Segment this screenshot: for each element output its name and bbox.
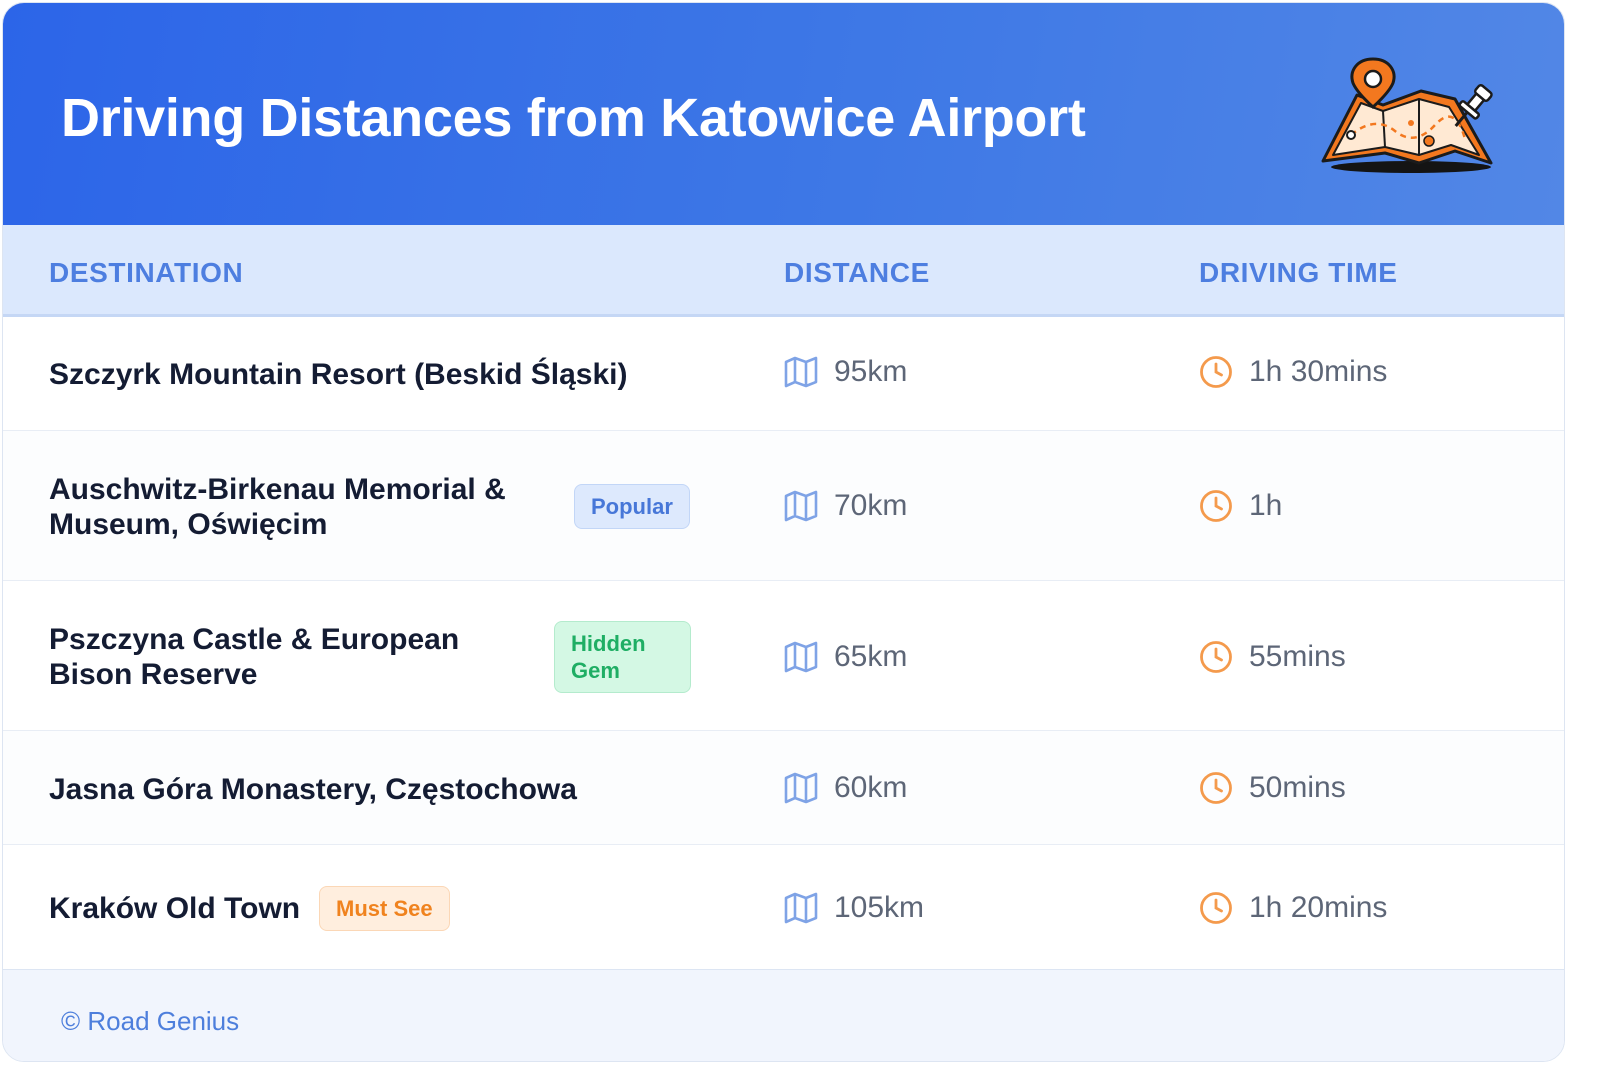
table-row: Kraków Old Town Must See 105km 1h 20mins (3, 845, 1564, 969)
map-icon (784, 490, 818, 522)
destination-name: Auschwitz-Birkenau Memorial & Museum, Oś… (49, 473, 506, 541)
table-header: DESTINATION DISTANCE DRIVING TIME (3, 225, 1564, 317)
footer-credit: © Road Genius (61, 1006, 240, 1036)
footer: © Road Genius (3, 969, 1564, 1061)
must-see-badge: Must See (319, 886, 450, 931)
popular-badge: Popular (574, 484, 690, 529)
driving-time-value: 1h 20mins (1249, 891, 1388, 924)
hidden-gem-badge: Hidden Gem (554, 621, 691, 693)
map-pin-icon (1321, 57, 1493, 173)
table-row: Szczyrk Mountain Resort (Beskid Śląski) … (3, 317, 1564, 431)
distance-value: 70km (834, 489, 908, 522)
driving-time-value: 50mins (1249, 771, 1346, 804)
map-icon (784, 772, 818, 804)
distance-value: 105km (834, 891, 925, 924)
distance-table-card: Driving Distances from Katowice Airport … (2, 2, 1565, 1062)
map-icon (784, 892, 818, 924)
destination-name: Kraków Old Town (49, 892, 301, 925)
destination-name: Pszczyna Castle & European Bison Reserve (49, 623, 460, 691)
column-header-distance: DISTANCE (784, 257, 930, 288)
header-banner: Driving Distances from Katowice Airport (3, 3, 1564, 225)
driving-time-value: 55mins (1249, 640, 1346, 673)
table-row: Pszczyna Castle & European Bison Reserve… (3, 581, 1564, 731)
column-header-driving-time: DRIVING TIME (1199, 257, 1398, 288)
destination-name: Szczyrk Mountain Resort (Beskid Śląski) (49, 358, 628, 391)
column-header-destination: DESTINATION (49, 257, 244, 288)
table-row: Auschwitz-Birkenau Memorial & Museum, Oś… (3, 431, 1564, 581)
clock-icon (1200, 641, 1232, 673)
clock-icon (1200, 892, 1232, 924)
page-title: Driving Distances from Katowice Airport (61, 88, 1086, 148)
table-row: Jasna Góra Monastery, Częstochowa 60km 5… (3, 731, 1564, 845)
clock-icon (1200, 490, 1232, 522)
map-icon (784, 356, 818, 388)
driving-time-value: 1h 30mins (1249, 355, 1388, 388)
clock-icon (1200, 356, 1232, 388)
distance-value: 65km (834, 640, 908, 673)
distance-value: 60km (834, 771, 908, 804)
distance-value: 95km (834, 355, 908, 388)
destination-name: Jasna Góra Monastery, Częstochowa (49, 773, 577, 806)
clock-icon (1200, 772, 1232, 804)
driving-time-value: 1h (1249, 489, 1283, 522)
map-icon (784, 641, 818, 673)
